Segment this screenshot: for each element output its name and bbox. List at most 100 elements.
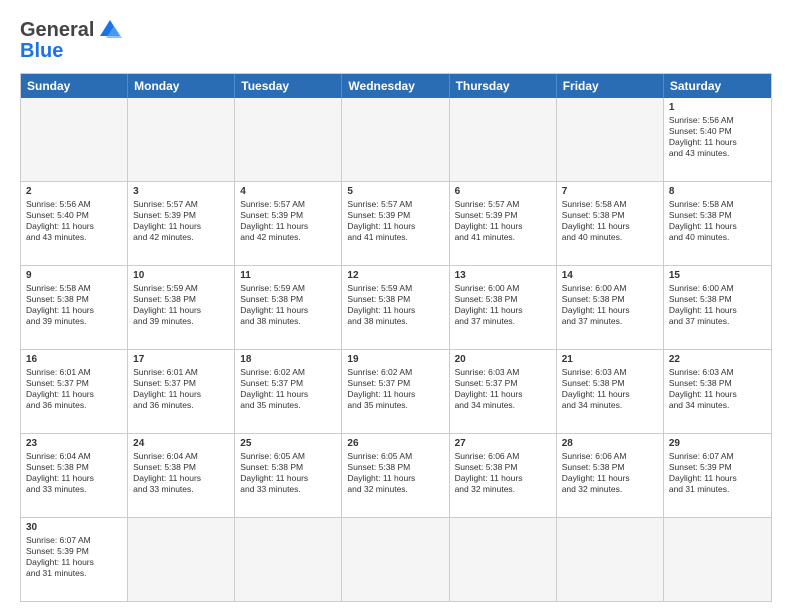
day-info: Sunrise: 6:05 AM Sunset: 5:38 PM Dayligh… <box>347 451 415 494</box>
calendar-cell-26: 26Sunrise: 6:05 AM Sunset: 5:38 PM Dayli… <box>342 434 449 517</box>
day-info: Sunrise: 5:57 AM Sunset: 5:39 PM Dayligh… <box>455 199 523 242</box>
calendar-cell-2: 2Sunrise: 5:56 AM Sunset: 5:40 PM Daylig… <box>21 182 128 265</box>
calendar-cell-3: 3Sunrise: 5:57 AM Sunset: 5:39 PM Daylig… <box>128 182 235 265</box>
calendar-cell-27: 27Sunrise: 6:06 AM Sunset: 5:38 PM Dayli… <box>450 434 557 517</box>
day-number: 14 <box>562 269 658 282</box>
header-day-monday: Monday <box>128 74 235 98</box>
calendar-cell-9: 9Sunrise: 5:58 AM Sunset: 5:38 PM Daylig… <box>21 266 128 349</box>
day-number: 16 <box>26 353 122 366</box>
day-number: 27 <box>455 437 551 450</box>
calendar-cell-empty-5-2 <box>235 518 342 601</box>
calendar-cell-empty-5-4 <box>450 518 557 601</box>
day-number: 15 <box>669 269 766 282</box>
day-info: Sunrise: 6:00 AM Sunset: 5:38 PM Dayligh… <box>669 283 737 326</box>
day-info: Sunrise: 6:03 AM Sunset: 5:38 PM Dayligh… <box>562 367 630 410</box>
day-info: Sunrise: 6:04 AM Sunset: 5:38 PM Dayligh… <box>26 451 94 494</box>
day-info: Sunrise: 5:58 AM Sunset: 5:38 PM Dayligh… <box>562 199 630 242</box>
day-info: Sunrise: 6:00 AM Sunset: 5:38 PM Dayligh… <box>455 283 523 326</box>
day-number: 4 <box>240 185 336 198</box>
day-number: 24 <box>133 437 229 450</box>
logo: General Blue <box>20 16 124 63</box>
calendar-cell-11: 11Sunrise: 5:59 AM Sunset: 5:38 PM Dayli… <box>235 266 342 349</box>
day-info: Sunrise: 6:01 AM Sunset: 5:37 PM Dayligh… <box>26 367 94 410</box>
calendar-cell-empty-0-4 <box>450 98 557 181</box>
day-number: 23 <box>26 437 122 450</box>
day-info: Sunrise: 5:57 AM Sunset: 5:39 PM Dayligh… <box>133 199 201 242</box>
day-number: 26 <box>347 437 443 450</box>
calendar-cell-1: 1Sunrise: 5:56 AM Sunset: 5:40 PM Daylig… <box>664 98 771 181</box>
day-info: Sunrise: 6:05 AM Sunset: 5:38 PM Dayligh… <box>240 451 308 494</box>
day-number: 11 <box>240 269 336 282</box>
day-info: Sunrise: 6:04 AM Sunset: 5:38 PM Dayligh… <box>133 451 201 494</box>
header-day-friday: Friday <box>557 74 664 98</box>
calendar-header: SundayMondayTuesdayWednesdayThursdayFrid… <box>21 74 771 98</box>
calendar-cell-6: 6Sunrise: 5:57 AM Sunset: 5:39 PM Daylig… <box>450 182 557 265</box>
day-info: Sunrise: 6:07 AM Sunset: 5:39 PM Dayligh… <box>669 451 737 494</box>
calendar: SundayMondayTuesdayWednesdayThursdayFrid… <box>20 73 772 602</box>
calendar-cell-19: 19Sunrise: 6:02 AM Sunset: 5:37 PM Dayli… <box>342 350 449 433</box>
day-info: Sunrise: 6:03 AM Sunset: 5:37 PM Dayligh… <box>455 367 523 410</box>
calendar-cell-empty-0-2 <box>235 98 342 181</box>
calendar-cell-empty-5-5 <box>557 518 664 601</box>
calendar-cell-7: 7Sunrise: 5:58 AM Sunset: 5:38 PM Daylig… <box>557 182 664 265</box>
calendar-cell-empty-5-1 <box>128 518 235 601</box>
day-number: 12 <box>347 269 443 282</box>
day-info: Sunrise: 5:56 AM Sunset: 5:40 PM Dayligh… <box>26 199 94 242</box>
calendar-cell-21: 21Sunrise: 6:03 AM Sunset: 5:38 PM Dayli… <box>557 350 664 433</box>
calendar-cell-23: 23Sunrise: 6:04 AM Sunset: 5:38 PM Dayli… <box>21 434 128 517</box>
page-header: General Blue <box>20 16 772 63</box>
day-number: 20 <box>455 353 551 366</box>
day-number: 13 <box>455 269 551 282</box>
day-number: 25 <box>240 437 336 450</box>
header-day-thursday: Thursday <box>450 74 557 98</box>
day-number: 1 <box>669 101 766 114</box>
calendar-week-0: 1Sunrise: 5:56 AM Sunset: 5:40 PM Daylig… <box>21 98 771 182</box>
calendar-cell-25: 25Sunrise: 6:05 AM Sunset: 5:38 PM Dayli… <box>235 434 342 517</box>
calendar-cell-20: 20Sunrise: 6:03 AM Sunset: 5:37 PM Dayli… <box>450 350 557 433</box>
day-number: 2 <box>26 185 122 198</box>
day-number: 18 <box>240 353 336 366</box>
calendar-cell-8: 8Sunrise: 5:58 AM Sunset: 5:38 PM Daylig… <box>664 182 771 265</box>
day-number: 21 <box>562 353 658 366</box>
calendar-week-2: 9Sunrise: 5:58 AM Sunset: 5:38 PM Daylig… <box>21 266 771 350</box>
day-number: 28 <box>562 437 658 450</box>
day-number: 8 <box>669 185 766 198</box>
calendar-week-3: 16Sunrise: 6:01 AM Sunset: 5:37 PM Dayli… <box>21 350 771 434</box>
calendar-cell-29: 29Sunrise: 6:07 AM Sunset: 5:39 PM Dayli… <box>664 434 771 517</box>
header-day-wednesday: Wednesday <box>342 74 449 98</box>
calendar-cell-17: 17Sunrise: 6:01 AM Sunset: 5:37 PM Dayli… <box>128 350 235 433</box>
day-info: Sunrise: 6:07 AM Sunset: 5:39 PM Dayligh… <box>26 535 94 578</box>
header-day-sunday: Sunday <box>21 74 128 98</box>
calendar-cell-30: 30Sunrise: 6:07 AM Sunset: 5:39 PM Dayli… <box>21 518 128 601</box>
day-info: Sunrise: 6:00 AM Sunset: 5:38 PM Dayligh… <box>562 283 630 326</box>
day-number: 9 <box>26 269 122 282</box>
calendar-week-5: 30Sunrise: 6:07 AM Sunset: 5:39 PM Dayli… <box>21 518 771 601</box>
header-day-tuesday: Tuesday <box>235 74 342 98</box>
calendar-cell-16: 16Sunrise: 6:01 AM Sunset: 5:37 PM Dayli… <box>21 350 128 433</box>
header-day-saturday: Saturday <box>664 74 771 98</box>
calendar-cell-22: 22Sunrise: 6:03 AM Sunset: 5:38 PM Dayli… <box>664 350 771 433</box>
day-number: 22 <box>669 353 766 366</box>
calendar-cell-empty-0-0 <box>21 98 128 181</box>
day-info: Sunrise: 6:01 AM Sunset: 5:37 PM Dayligh… <box>133 367 201 410</box>
day-info: Sunrise: 5:58 AM Sunset: 5:38 PM Dayligh… <box>669 199 737 242</box>
page: General Blue SundayMondayTuesdayWednesda… <box>0 0 792 612</box>
calendar-cell-empty-0-5 <box>557 98 664 181</box>
calendar-cell-empty-5-3 <box>342 518 449 601</box>
calendar-cell-empty-0-1 <box>128 98 235 181</box>
calendar-cell-5: 5Sunrise: 5:57 AM Sunset: 5:39 PM Daylig… <box>342 182 449 265</box>
calendar-cell-18: 18Sunrise: 6:02 AM Sunset: 5:37 PM Dayli… <box>235 350 342 433</box>
calendar-cell-12: 12Sunrise: 5:59 AM Sunset: 5:38 PM Dayli… <box>342 266 449 349</box>
calendar-cell-empty-5-6 <box>664 518 771 601</box>
day-info: Sunrise: 5:57 AM Sunset: 5:39 PM Dayligh… <box>347 199 415 242</box>
day-number: 10 <box>133 269 229 282</box>
day-info: Sunrise: 5:56 AM Sunset: 5:40 PM Dayligh… <box>669 115 737 158</box>
day-number: 5 <box>347 185 443 198</box>
day-number: 6 <box>455 185 551 198</box>
calendar-week-4: 23Sunrise: 6:04 AM Sunset: 5:38 PM Dayli… <box>21 434 771 518</box>
logo-general: General <box>20 19 94 42</box>
day-info: Sunrise: 5:59 AM Sunset: 5:38 PM Dayligh… <box>240 283 308 326</box>
day-info: Sunrise: 6:06 AM Sunset: 5:38 PM Dayligh… <box>562 451 630 494</box>
calendar-cell-15: 15Sunrise: 6:00 AM Sunset: 5:38 PM Dayli… <box>664 266 771 349</box>
calendar-body: 1Sunrise: 5:56 AM Sunset: 5:40 PM Daylig… <box>21 98 771 601</box>
